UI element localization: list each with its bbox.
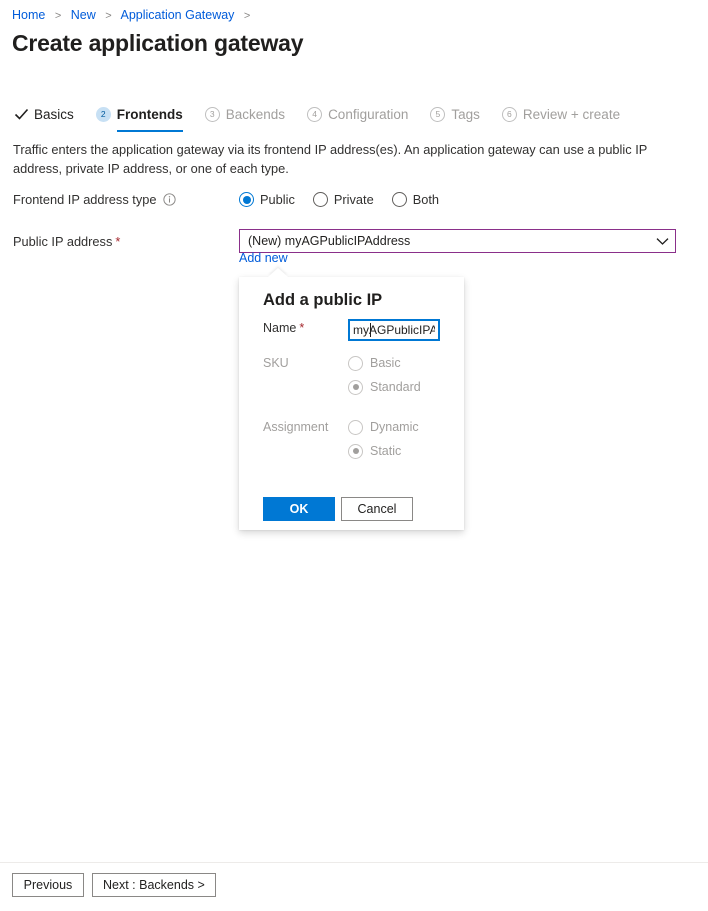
public-ip-address-label: Public IP address * [13,234,239,249]
step-badge-4: 4 [307,106,323,122]
radio-public-label: Public [260,192,295,207]
radio-assignment-static: Static [348,439,419,463]
dialog-button-bar: OK Cancel [263,497,413,521]
public-ip-address-row: Public IP address * (New) myAGPublicIPAd… [13,229,693,253]
tab-backends[interactable]: 3 Backends [204,101,286,129]
radio-sku-standard: Standard [348,375,421,399]
tab-basics-label: Basics [34,106,74,122]
dialog-name-label-text: Name [263,321,297,335]
radio-assignment-dynamic-label: Dynamic [370,420,419,434]
step-badge-6: 6 [501,106,517,122]
frontend-ip-type-radio-group: Public Private Both [239,192,457,207]
frontend-ip-type-label-text: Frontend IP address type [13,192,157,207]
intro-description: Traffic enters the application gateway v… [13,142,648,176]
public-ip-address-value: (New) myAGPublicIPAddress [248,234,411,248]
dialog-assignment-label: Assignment [263,420,329,434]
required-asterisk: * [299,321,305,335]
radio-private-label: Private [333,192,374,207]
tab-basics[interactable]: Basics [14,101,74,129]
step-badge-3: 3 [204,106,220,122]
step-badge-5: 5 [430,106,446,122]
text-cursor [370,323,371,337]
radio-sku-basic: Basic [348,351,421,375]
breadcrumb-separator: > [54,10,62,22]
wizard-steps: Basics 2 Frontends 3 Backends 4 Configur… [14,101,642,132]
radio-sku-standard-dot [348,379,363,395]
dialog-sku-label: SKU [263,356,289,370]
breadcrumb-item-application-gateway[interactable]: Application Gateway [120,8,234,22]
dialog-assignment-row: Assignment Dynamic Static [263,415,419,463]
radio-private-dot [312,192,328,207]
public-ip-address-label-text: Public IP address [13,233,113,249]
tab-configuration[interactable]: 4 Configuration [307,101,408,129]
page-title: Create application gateway [12,30,304,56]
frontend-ip-type-row: Frontend IP address type Public Private … [13,192,693,207]
radio-both[interactable]: Both [391,192,440,207]
info-icon[interactable] [163,193,177,206]
tab-frontends-label: Frontends [116,106,183,122]
add-public-ip-dialog: Add a public IP Name* SKU Basic Standard… [239,268,464,530]
radio-assignment-dynamic: Dynamic [348,415,419,439]
previous-button[interactable]: Previous [12,873,84,897]
tab-tags-label: Tags [451,106,480,122]
required-asterisk: * [115,233,121,249]
tab-frontends[interactable]: 2 Frontends [95,101,183,132]
dialog-assignment-radio-group: Dynamic Static [348,415,419,463]
radio-assignment-static-label: Static [370,444,402,458]
footer-button-bar: Previous Next : Backends > [12,873,216,897]
breadcrumb-item-new[interactable]: New [71,8,96,22]
dialog-name-row: Name * [263,319,440,341]
dialog-name-input-wrap [348,319,440,341]
radio-private[interactable]: Private [312,192,374,207]
dialog-title: Add a public IP [263,291,383,309]
radio-both-label: Both [412,192,440,207]
breadcrumb: Home > New > Application Gateway > [12,7,256,24]
radio-public[interactable]: Public [239,192,295,207]
radio-sku-basic-dot [348,355,363,371]
step-badge-2: 2 [95,106,111,122]
breadcrumb-separator: > [243,10,251,22]
tab-review-create[interactable]: 6 Review + create [501,101,621,129]
breadcrumb-separator: > [105,10,112,22]
next-button[interactable]: Next : Backends > [92,873,216,897]
radio-sku-standard-label: Standard [370,380,421,394]
tab-backends-label: Backends [225,106,286,122]
radio-both-dot [391,192,407,207]
ok-button[interactable]: OK [263,497,335,521]
dialog-sku-row: SKU Basic Standard [263,351,421,399]
dialog-name-label: Name * [263,319,348,335]
public-ip-address-dropdown[interactable]: (New) myAGPublicIPAddress [239,229,676,253]
breadcrumb-item-home[interactable]: Home [12,8,45,22]
radio-public-dot [239,192,254,207]
radio-assignment-static-dot [348,443,363,459]
tab-configuration-label: Configuration [328,106,409,122]
radio-assignment-dynamic-dot [348,419,363,435]
dialog-name-input[interactable] [348,319,440,341]
tab-tags[interactable]: 5 Tags [430,101,480,129]
callout-arrow [268,268,288,277]
footer-divider [0,862,708,863]
frontend-ip-type-label: Frontend IP address type [13,192,239,207]
add-new-link[interactable]: Add new [239,251,288,265]
dialog-sku-radio-group: Basic Standard [348,351,421,399]
radio-sku-basic-label: Basic [370,356,401,370]
cancel-button[interactable]: Cancel [341,497,413,521]
chevron-down-icon [656,237,669,245]
check-icon [14,108,29,120]
tab-review-create-label: Review + create [522,106,621,122]
